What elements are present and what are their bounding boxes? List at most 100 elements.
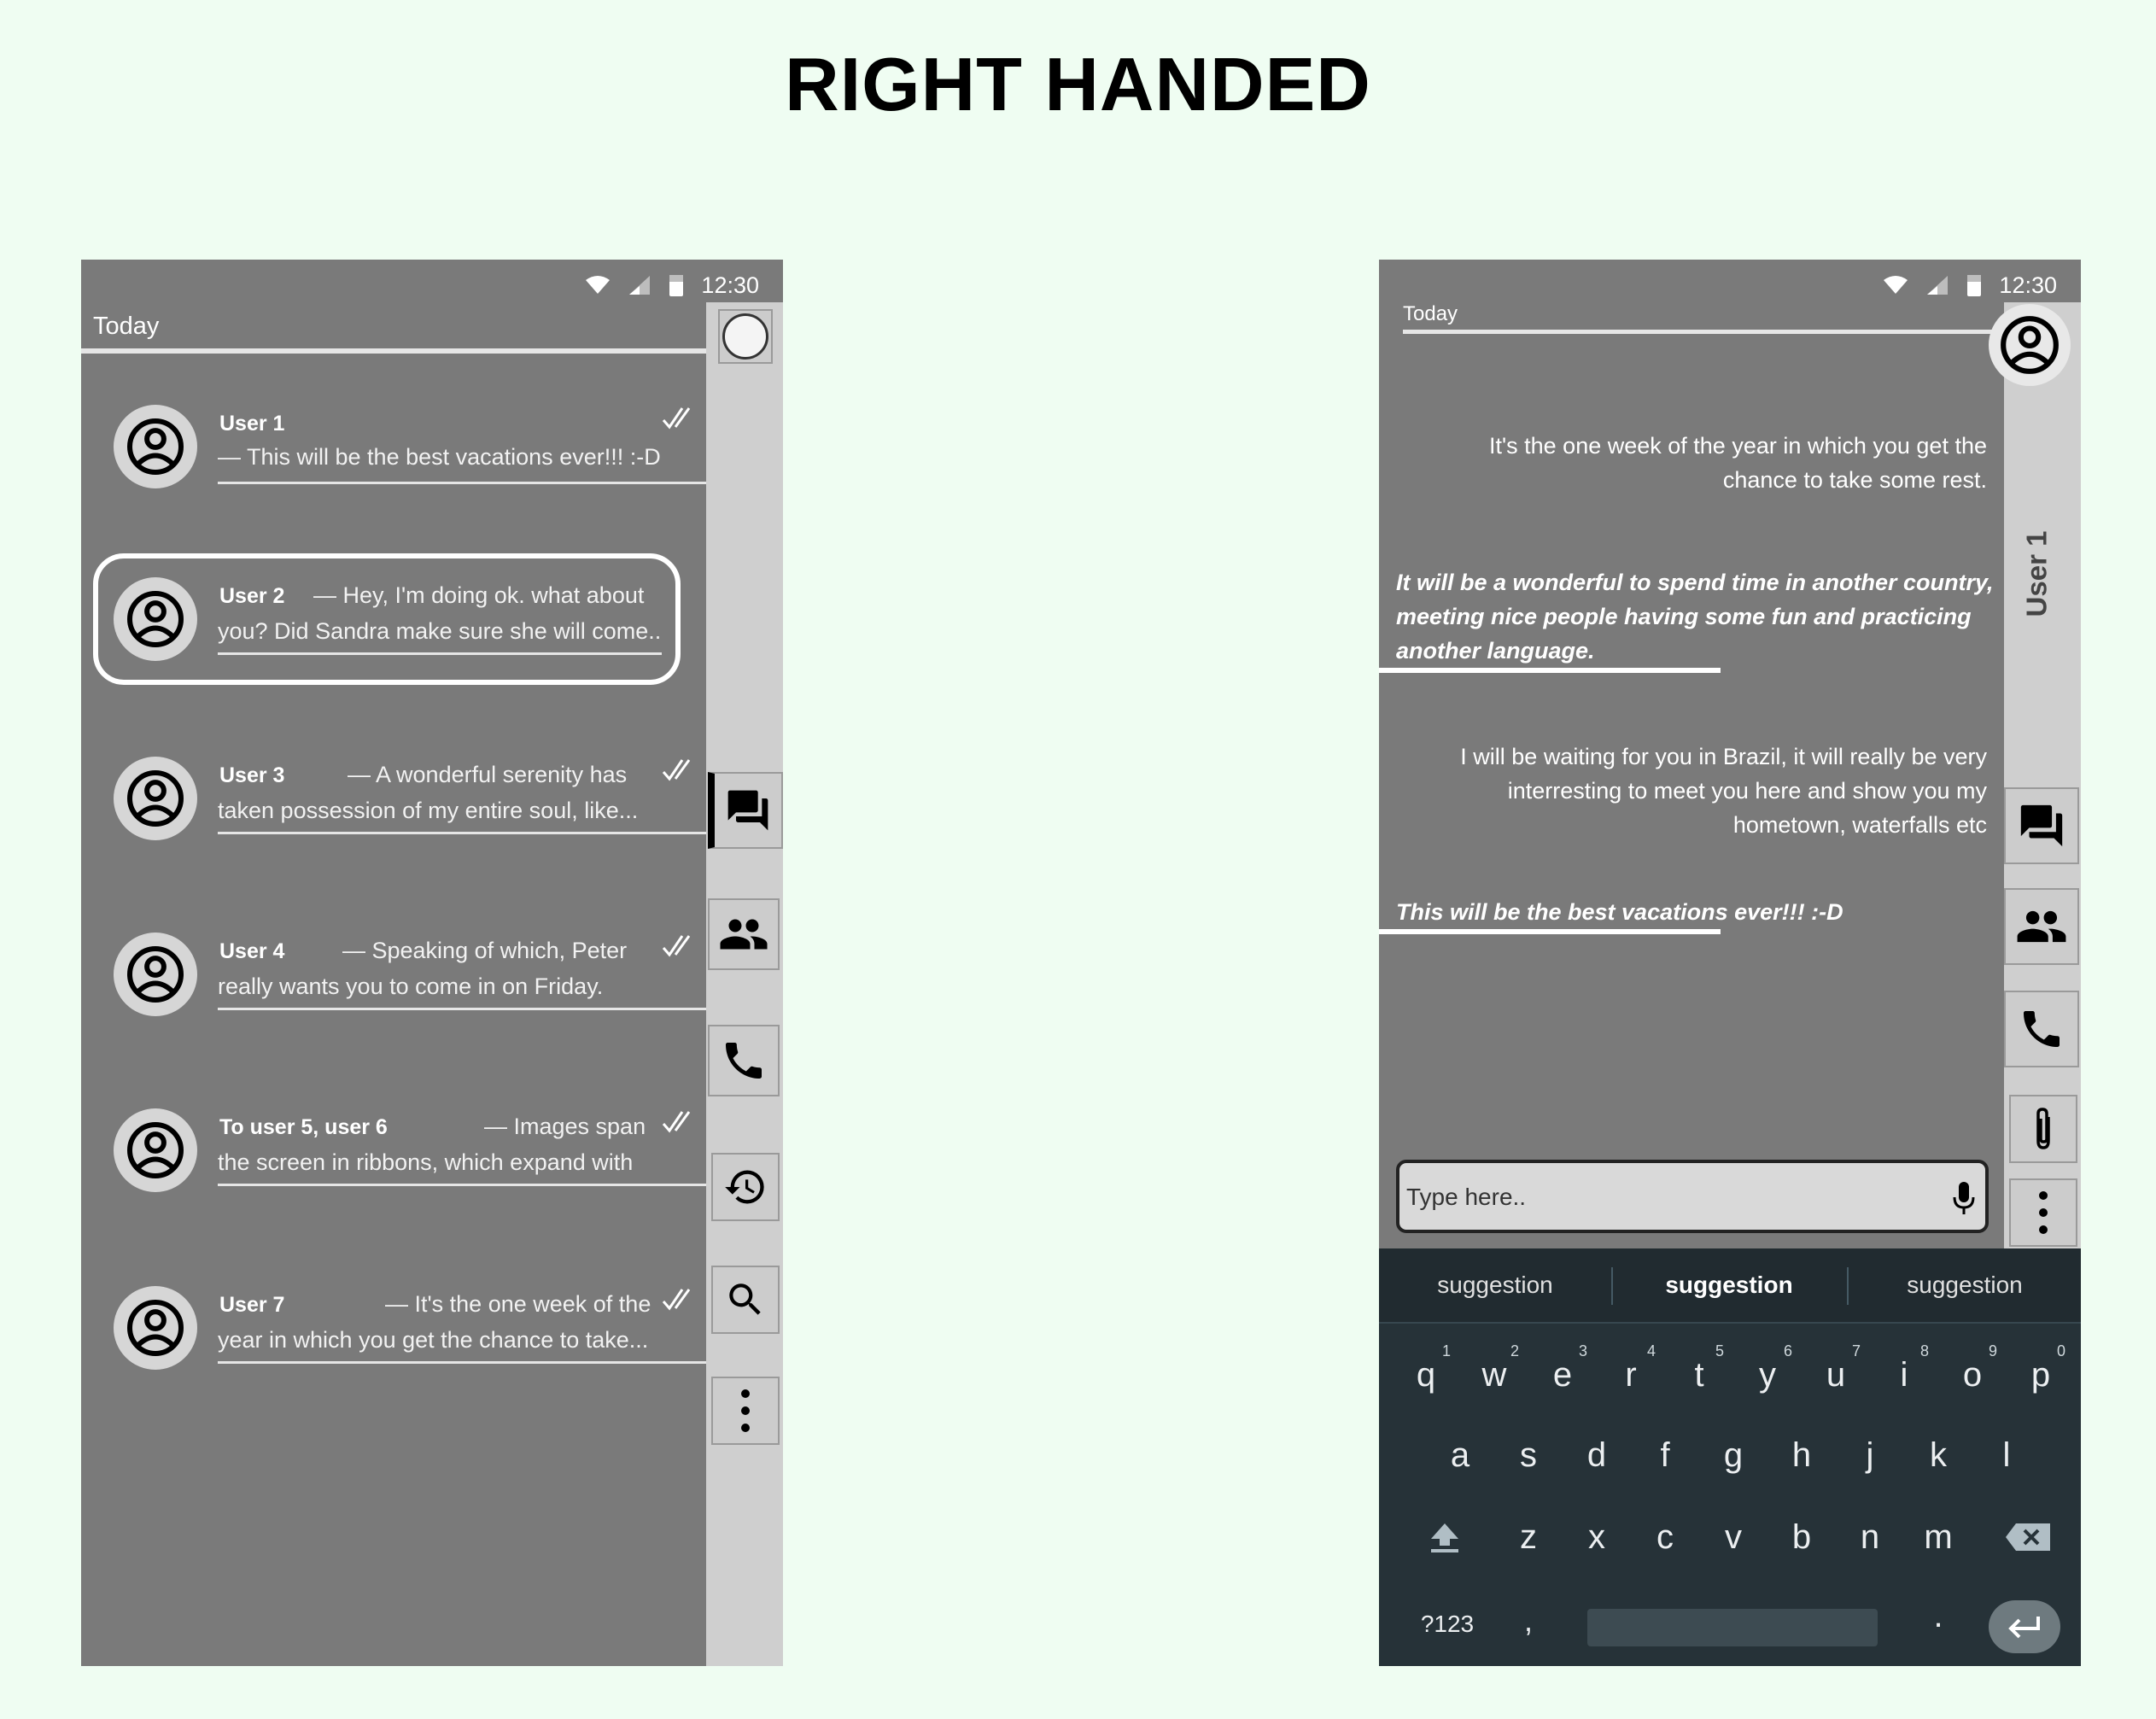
key-label: w: [1481, 1355, 1507, 1394]
avatar: [114, 405, 197, 488]
conversation-row[interactable]: To user 5, user 6 — Images span the scre…: [81, 1108, 706, 1219]
key-i[interactable]: i8: [1874, 1341, 1934, 1409]
profile-toggle-button[interactable]: [718, 309, 773, 364]
section-label: Today: [1403, 302, 1458, 325]
key-m[interactable]: m: [1908, 1503, 1968, 1571]
key-label: q: [1416, 1355, 1436, 1394]
key-r[interactable]: r4: [1601, 1341, 1661, 1409]
key-v[interactable]: v: [1703, 1503, 1763, 1571]
key-label: o: [1962, 1355, 1983, 1394]
search-button[interactable]: [711, 1266, 780, 1334]
enter-key[interactable]: [1989, 1600, 2060, 1653]
row-divider: [218, 482, 706, 484]
key-j[interactable]: j: [1840, 1421, 1900, 1489]
suggestion-bar: suggestion suggestion suggestion: [1379, 1248, 2081, 1324]
enter-icon: [2008, 1617, 2040, 1639]
conversation-preview: — It's the one week of the: [385, 1291, 651, 1317]
suggestion-item[interactable]: suggestion: [1379, 1248, 1611, 1322]
contact-name-vertical: User 1: [2011, 506, 2062, 642]
key-k[interactable]: k: [1908, 1421, 1968, 1489]
key-label: p: [2030, 1355, 2051, 1394]
suggestion-item[interactable]: suggestion: [1849, 1248, 2081, 1322]
conversation-name: User 3: [219, 763, 285, 787]
symbols-key[interactable]: ?123: [1405, 1590, 1490, 1658]
conversation-preview-cont: really wants you to come in on Friday.: [218, 974, 604, 999]
key-h[interactable]: h: [1772, 1421, 1832, 1489]
suggestion-item-primary[interactable]: suggestion: [1613, 1248, 1845, 1322]
chats-tab-button[interactable]: [708, 772, 783, 849]
more-options-button[interactable]: [2009, 1178, 2077, 1247]
row-divider: [218, 1008, 706, 1010]
more-options-button[interactable]: [711, 1377, 780, 1445]
calls-tab-button[interactable]: [708, 1025, 780, 1096]
double-check-icon: [662, 407, 691, 430]
soft-keyboard: suggestion suggestion suggestion q1 w2 e…: [1379, 1248, 2081, 1666]
key-e[interactable]: e3: [1533, 1341, 1592, 1409]
space-bar[interactable]: [1587, 1609, 1878, 1646]
conversation-name: User 2: [219, 584, 285, 608]
mic-icon[interactable]: [1951, 1180, 1977, 1218]
conversation-row[interactable]: User 3 — A wonderful serenity has taken …: [81, 757, 706, 868]
row-divider: [218, 1361, 706, 1364]
conversation-preview: — Images span: [484, 1114, 646, 1139]
key-y[interactable]: y6: [1738, 1341, 1797, 1409]
double-check-icon: [662, 1289, 691, 1311]
key-d[interactable]: d: [1567, 1421, 1627, 1489]
message-input[interactable]: [1405, 1163, 1920, 1231]
key-number-hint: 3: [1578, 1342, 1587, 1359]
key-b[interactable]: b: [1772, 1503, 1832, 1571]
key-number-hint: 4: [1646, 1342, 1656, 1359]
comma-key[interactable]: ,: [1499, 1587, 1558, 1655]
key-q[interactable]: q1: [1396, 1341, 1456, 1409]
backspace-key[interactable]: [1995, 1503, 2060, 1571]
key-number-hint: 7: [1851, 1342, 1861, 1359]
key-f[interactable]: f: [1635, 1421, 1695, 1489]
conversation-row[interactable]: User 4 — Speaking of which, Peter really…: [81, 933, 706, 1044]
conversation-row[interactable]: User 2 — Hey, I'm doing ok. what about y…: [81, 577, 706, 688]
chats-tab-button[interactable]: [2004, 787, 2079, 864]
account-circle-icon: [127, 1300, 184, 1356]
key-z[interactable]: z: [1499, 1503, 1558, 1571]
attach-button[interactable]: [2009, 1095, 2077, 1163]
search-icon: [729, 1283, 761, 1315]
row-divider: [218, 832, 706, 834]
avatar: [114, 757, 197, 840]
call-button[interactable]: [2004, 991, 2079, 1067]
conversation-row[interactable]: User 1 — This will be the best vacations…: [81, 405, 706, 516]
key-u[interactable]: u7: [1806, 1341, 1866, 1409]
avatar: [114, 1108, 197, 1192]
key-l[interactable]: l: [1977, 1421, 2036, 1489]
shift-icon: [1431, 1523, 1458, 1552]
key-a[interactable]: a: [1430, 1421, 1490, 1489]
history-button[interactable]: [711, 1153, 780, 1221]
outgoing-message: It will be a wonderful to spend time in …: [1396, 570, 1994, 664]
key-p[interactable]: p0: [2011, 1341, 2071, 1409]
key-number-hint: 5: [1715, 1342, 1724, 1359]
contact-avatar[interactable]: [1989, 304, 2071, 386]
contacts-tab-button[interactable]: [708, 898, 780, 970]
key-number-hint: 1: [1441, 1342, 1451, 1359]
period-key[interactable]: .: [1908, 1582, 1968, 1650]
key-number-hint: 8: [1919, 1342, 1929, 1359]
circle-icon: [722, 313, 768, 360]
conversation-row[interactable]: User 7 — It's the one week of the year i…: [81, 1286, 706, 1397]
section-divider: [81, 348, 706, 354]
contacts-tab-button[interactable]: [2004, 888, 2079, 965]
key-x[interactable]: x: [1567, 1503, 1627, 1571]
double-check-icon: [662, 1111, 691, 1133]
key-label: r: [1625, 1355, 1637, 1394]
avatar: [114, 577, 197, 661]
key-label: y: [1759, 1355, 1776, 1394]
message-underline: [1379, 668, 1721, 673]
signal-icon: [1927, 276, 1949, 295]
key-c[interactable]: c: [1635, 1503, 1695, 1571]
shift-key[interactable]: [1415, 1503, 1475, 1571]
key-n[interactable]: n: [1840, 1503, 1900, 1571]
conversation-preview-cont: year in which you get the chance to take…: [218, 1327, 649, 1353]
key-t[interactable]: t5: [1669, 1341, 1729, 1409]
key-s[interactable]: s: [1499, 1421, 1558, 1489]
key-o[interactable]: o9: [1943, 1341, 2002, 1409]
key-g[interactable]: g: [1703, 1421, 1763, 1489]
key-w[interactable]: w2: [1464, 1341, 1524, 1409]
section-divider: [1403, 330, 2001, 334]
